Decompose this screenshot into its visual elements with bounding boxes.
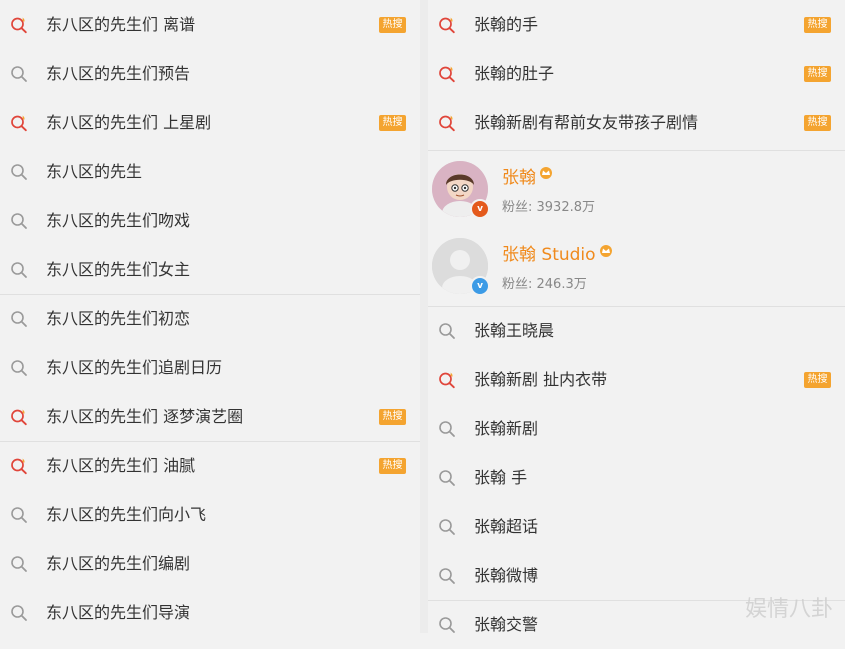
suggestion-label: 东八区的先生们 离谱	[46, 14, 196, 34]
fans-count: 粉丝: 246.3万	[502, 277, 587, 292]
search-icon	[10, 212, 28, 230]
suggestion-label: 东八区的先生们导演	[46, 602, 191, 622]
suggestion-label: 东八区的先生们追剧日历	[46, 357, 223, 377]
suggestion-label: 东八区的先生们吻戏	[46, 210, 191, 230]
search-icon	[10, 261, 28, 279]
suggestion-item[interactable]: 东八区的先生们预告	[0, 49, 420, 98]
search-suggestions-screen: 东八区的先生们 离谱 热搜 东八区的先生们预告 东八区的先生们 上星剧 热搜 东八区的先生…	[0, 0, 845, 633]
suggestion-label: 张翰交警	[474, 615, 539, 634]
suggestion-item[interactable]: 东八区的先生们导演	[0, 588, 420, 637]
search-icon	[10, 359, 28, 377]
suggestion-label: 张翰超话	[474, 516, 539, 536]
suggestion-item[interactable]: 东八区的先生们 逐梦演艺圈 热搜	[0, 392, 420, 441]
suggestion-item[interactable]: 张翰超话	[428, 502, 845, 551]
suggestion-item[interactable]: 张翰 手	[428, 453, 845, 502]
suggestion-item[interactable]: 东八区的先生	[0, 147, 420, 196]
suggestion-item[interactable]: 张翰的手 热搜	[428, 0, 845, 49]
user-text: 张翰粉丝: 3932.8万	[502, 163, 595, 215]
search-icon	[10, 65, 28, 83]
hot-badge: 热搜	[379, 16, 406, 33]
user-name: 张翰	[502, 167, 536, 188]
search-icon	[10, 506, 28, 524]
hot-search-icon	[438, 16, 456, 34]
hot-badge: 热搜	[804, 114, 831, 131]
suggestion-item[interactable]: 东八区的先生们追剧日历	[0, 343, 420, 392]
search-icon	[10, 555, 28, 573]
hot-search-icon	[438, 371, 456, 389]
search-icon	[10, 604, 28, 622]
user-name-line: 张翰 Studio	[502, 240, 614, 265]
user-result[interactable]: v 张翰 Studio 粉丝: 246.3万	[428, 226, 845, 306]
watermark: 娱情八卦	[744, 597, 833, 622]
suggestion-item[interactable]: 东八区的先生们 油腻 热搜	[0, 441, 420, 490]
suggestion-label: 东八区的先生们 油腻	[46, 456, 196, 475]
hot-search-icon	[10, 114, 28, 132]
search-icon	[438, 420, 456, 438]
search-icon	[438, 518, 456, 536]
hot-search-icon	[10, 457, 28, 475]
hot-search-icon	[438, 65, 456, 83]
hot-badge: 热搜	[804, 65, 831, 82]
suggestion-label: 东八区的先生们向小飞	[46, 504, 207, 524]
suggestion-label: 张翰微博	[474, 565, 539, 585]
suggestion-label: 东八区的先生们 逐梦演艺圈	[46, 406, 244, 426]
suggestion-item[interactable]: 张翰的肚子 热搜	[428, 49, 845, 98]
suggestion-label: 张翰的手	[474, 14, 539, 34]
panel-divider	[420, 0, 428, 633]
search-icon	[10, 163, 28, 181]
hot-badge: 热搜	[379, 114, 406, 131]
crown-icon	[538, 165, 554, 185]
search-icon	[438, 469, 456, 487]
suggestion-item[interactable]: 张翰新剧有帮前女友带孩子剧情 热搜	[428, 98, 845, 147]
hot-search-icon	[438, 114, 456, 132]
hot-badge: 热搜	[804, 16, 831, 33]
search-icon	[438, 322, 456, 340]
user-name-line: 张翰	[502, 163, 595, 188]
hot-badge: 热搜	[804, 371, 831, 388]
suggestion-label: 张翰新剧	[474, 418, 539, 438]
hot-search-icon	[10, 408, 28, 426]
suggestion-item[interactable]: 东八区的先生们编剧	[0, 539, 420, 588]
suggestion-label: 东八区的先生们 上星剧	[46, 112, 212, 132]
avatar-wrap: v	[432, 160, 490, 219]
user-result[interactable]: v 张翰粉丝: 3932.8万	[428, 150, 845, 226]
suggestion-item[interactable]: 张翰新剧 扯内衣带 热搜	[428, 355, 845, 404]
suggestion-label: 张翰新剧 扯内衣带	[474, 369, 608, 389]
suggestion-label: 张翰王晓晨	[474, 321, 555, 340]
suggestion-item[interactable]: 张翰王晓晨	[428, 306, 845, 355]
suggestion-label: 张翰 手	[474, 467, 528, 487]
suggestion-item[interactable]: 东八区的先生们 离谱 热搜	[0, 0, 420, 49]
suggestion-item[interactable]: 东八区的先生们女主	[0, 245, 420, 294]
left-suggestion-list: 东八区的先生们 离谱 热搜 东八区的先生们预告 东八区的先生们 上星剧 热搜 东八区的先生…	[0, 0, 420, 633]
suggestion-label: 东八区的先生	[46, 161, 143, 181]
crown-icon	[598, 243, 614, 263]
suggestion-label: 东八区的先生们编剧	[46, 553, 191, 573]
verified-icon: v	[470, 198, 490, 219]
search-icon	[10, 310, 28, 328]
suggestion-label: 东八区的先生们女主	[46, 259, 191, 279]
suggestion-item[interactable]: 东八区的先生们 上星剧 热搜	[0, 98, 420, 147]
hot-badge: 热搜	[379, 408, 406, 425]
user-text: 张翰 Studio 粉丝: 246.3万	[502, 240, 614, 292]
suggestion-label: 东八区的先生们预告	[46, 63, 191, 83]
right-suggestion-list: 张翰的手 热搜 张翰的肚子 热搜 张翰新剧有帮前女友带孩子剧情 热搜 v 张翰 粉丝: 393…	[428, 0, 845, 633]
fans-count: 粉丝: 3932.8万	[502, 199, 595, 215]
suggestion-label: 张翰新剧有帮前女友带孩子剧情	[474, 112, 699, 132]
hot-badge: 热搜	[379, 458, 406, 474]
suggestion-label: 东八区的先生们初恋	[46, 309, 191, 328]
suggestion-item[interactable]: 东八区的先生们吻戏	[0, 196, 420, 245]
verified-icon: v	[470, 276, 490, 296]
avatar-wrap: v	[432, 238, 490, 296]
suggestion-label: 张翰的肚子	[474, 63, 555, 83]
suggestion-item[interactable]: 张翰新剧	[428, 404, 845, 453]
suggestion-item[interactable]: 东八区的先生们向小飞	[0, 490, 420, 539]
hot-search-icon	[10, 16, 28, 34]
user-name: 张翰 Studio	[502, 245, 596, 265]
search-icon	[438, 616, 456, 634]
search-icon	[438, 567, 456, 585]
suggestion-item[interactable]: 东八区的先生们初恋	[0, 294, 420, 343]
